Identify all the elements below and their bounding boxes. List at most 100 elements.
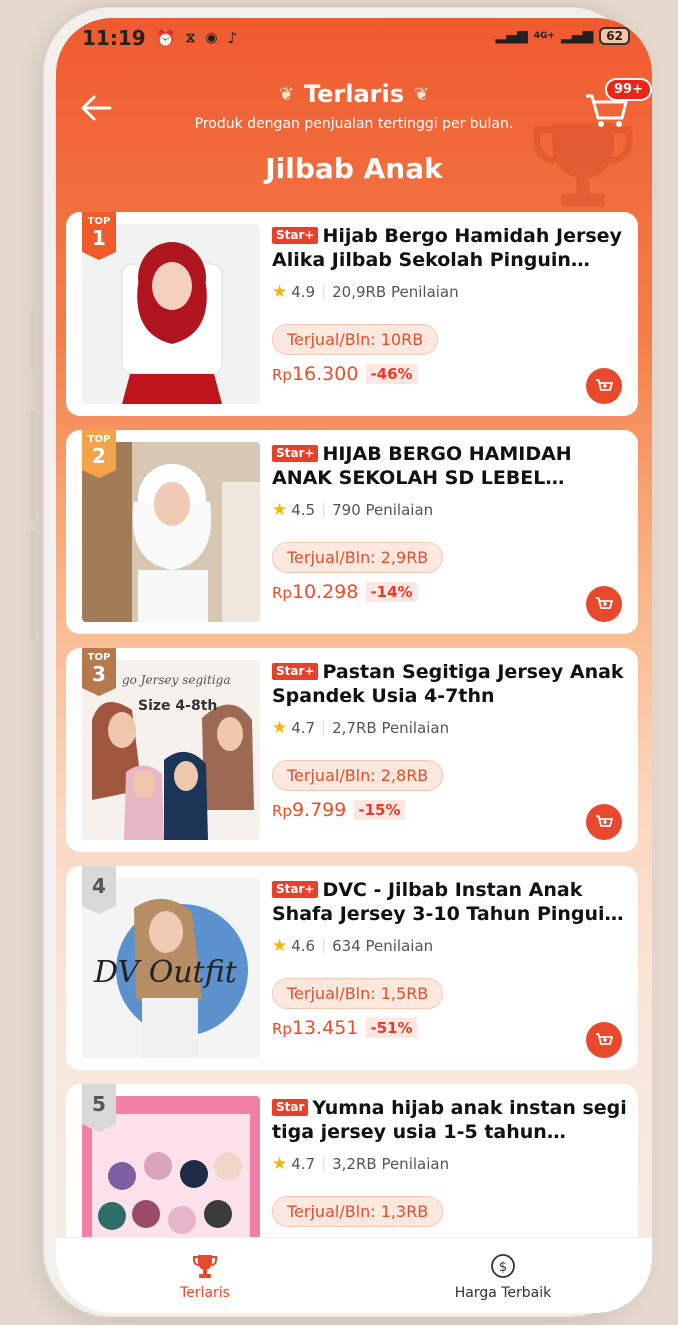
- price: Rp10.298: [272, 581, 358, 603]
- divider: [323, 1157, 325, 1171]
- sold-per-month-badge: Terjual/Bln: 2,8RB: [272, 760, 444, 791]
- category-title[interactable]: Jilbab Anak: [56, 152, 652, 185]
- sold-per-month-badge: Terjual/Bln: 1,5RB: [272, 978, 444, 1009]
- cart-plus-icon: [596, 1033, 613, 1045]
- divider: [323, 285, 325, 299]
- price-row: Rp9.799 -15%: [272, 799, 628, 821]
- product-info: Star+ Hijab Bergo Hamidah Jersey Alika Ji…: [272, 224, 628, 385]
- star-plus-badge: Star+: [272, 663, 319, 680]
- page-title: Terlaris: [303, 80, 405, 108]
- review-count: 790 Penilaian: [332, 501, 434, 519]
- phone-side-button: [30, 530, 36, 640]
- star-plus-badge: Star+: [272, 881, 319, 898]
- discount-badge: -46%: [366, 364, 417, 384]
- nav-tab-harga-terbaik[interactable]: $ Harga Terbaik: [354, 1238, 652, 1313]
- product-name[interactable]: Star Yumna hijab anak instan segi tiga je…: [272, 1096, 628, 1144]
- price-value: 13.451: [291, 1017, 359, 1039]
- app-notification-icon: ◉: [205, 30, 218, 46]
- signal-icon-2: ▂▄▆: [560, 28, 594, 44]
- rating-value: 4.6: [291, 937, 316, 955]
- rank-number: 5: [92, 1092, 106, 1116]
- product-name[interactable]: Star+ HIJAB BERGO HAMIDAH ANAK SEKOLAH SD…: [272, 442, 628, 490]
- discount-badge: -14%: [366, 582, 417, 602]
- rating-row: ★ 4.7 3,2RB Penilaian: [272, 1154, 628, 1174]
- product-list: TOP 1 Star+ Hijab Bergo Hamidah Jersey Al…: [66, 212, 638, 1302]
- cart-plus-icon: [596, 597, 613, 609]
- discount-badge: -15%: [354, 800, 405, 820]
- product-name-text: DVC - Jilbab Instan Anak Shafa Jersey 3-…: [272, 879, 619, 925]
- rating-row: ★ 4.6 634 Penilaian: [272, 936, 628, 956]
- review-count: 2,7RB Penilaian: [332, 719, 450, 737]
- add-to-cart-button[interactable]: [586, 368, 622, 404]
- sold-per-month-badge: Terjual/Bln: 10RB: [272, 324, 439, 355]
- price-row: Rp10.298 -14%: [272, 581, 628, 603]
- star-icon: ★: [272, 282, 288, 302]
- product-name-text: Hijab Bergo Hamidah Jersey Alika Jilbab …: [272, 225, 622, 271]
- currency: Rp: [272, 802, 292, 820]
- product-card[interactable]: DV Outfit 4 Star+ DVC - Jilbab Instan Ana…: [66, 866, 638, 1070]
- currency: Rp: [272, 366, 292, 384]
- star-icon: ★: [272, 718, 288, 738]
- add-to-cart-button[interactable]: [586, 586, 622, 622]
- review-count: 634 Penilaian: [332, 937, 434, 955]
- price-value: 10.298: [291, 581, 359, 603]
- thumb-size-text: Size 4-8th: [138, 698, 217, 714]
- add-to-cart-button[interactable]: [586, 804, 622, 840]
- star-plus-badge: Star+: [272, 445, 319, 462]
- product-info: Star+ Pastan Segitiga Jersey Anak Spandek…: [272, 660, 628, 821]
- header-title-row: ❦ Terlaris ❦: [56, 80, 652, 108]
- rating-row: ★ 4.9 20,9RB Penilaian: [272, 282, 628, 302]
- price: Rp13.451: [272, 1017, 358, 1039]
- currency: Rp: [272, 1020, 292, 1038]
- rating-row: ★ 4.5 790 Penilaian: [272, 500, 628, 520]
- divider: [323, 503, 325, 517]
- phone-side-button: [30, 410, 36, 520]
- battery-icon: 62: [599, 27, 630, 45]
- product-card[interactable]: TOP 1 Star+ Hijab Bergo Hamidah Jersey Al…: [66, 212, 638, 416]
- rank-number: 2: [92, 444, 106, 468]
- phone-side-button: [30, 310, 36, 370]
- page-subtitle: Produk dengan penjualan tertinggi per bu…: [194, 116, 514, 132]
- star-icon: ★: [272, 1154, 288, 1174]
- product-name[interactable]: Star+ DVC - Jilbab Instan Anak Shafa Jers…: [272, 878, 628, 926]
- cart-plus-icon: [596, 815, 613, 827]
- price: Rp9.799: [272, 799, 346, 821]
- battery-level: 62: [606, 29, 623, 43]
- trophy-icon: [193, 1254, 217, 1278]
- rank-number: 3: [92, 662, 106, 686]
- laurel-left-icon: ❦: [278, 83, 294, 105]
- hourglass-icon: ⧖: [185, 30, 196, 46]
- price-row: Rp13.451 -51%: [272, 1017, 628, 1039]
- product-card[interactable]: TOP 2 Star+ HIJAB BERGO HAMIDAH ANAK SEKO…: [66, 430, 638, 634]
- product-name-text: Pastan Segitiga Jersey Anak Spandek Usia…: [272, 661, 624, 707]
- price-tag-icon: $: [491, 1253, 515, 1278]
- product-name[interactable]: Star+ Hijab Bergo Hamidah Jersey Alika Ji…: [272, 224, 628, 272]
- product-info: Star+ HIJAB BERGO HAMIDAH ANAK SEKOLAH SD…: [272, 442, 628, 603]
- status-right: ▂▄▆ 4G+ ▂▄▆ 62: [495, 27, 630, 45]
- rating-value: 4.7: [291, 1155, 316, 1173]
- product-card[interactable]: go Jersey segitiga Size 4-8th TOP 3 Star…: [66, 648, 638, 852]
- rating-value: 4.5: [291, 501, 316, 519]
- divider: [323, 721, 325, 735]
- price: Rp16.300: [272, 363, 358, 385]
- rank-number: 1: [92, 226, 106, 250]
- rating-value: 4.9: [291, 283, 316, 301]
- thumb-caption: go Jersey segitiga: [122, 673, 231, 687]
- product-info: Star Yumna hijab anak instan segi tiga je…: [272, 1096, 628, 1227]
- signal-icon: ▂▄▆: [495, 28, 528, 44]
- review-count: 20,9RB Penilaian: [332, 283, 459, 301]
- sold-per-month-badge: Terjual/Bln: 1,3RB: [272, 1196, 444, 1227]
- star-icon: ★: [272, 936, 288, 956]
- product-name-text: Yumna hijab anak instan segi tiga jersey…: [272, 1097, 627, 1143]
- add-to-cart-button[interactable]: [586, 1022, 622, 1058]
- cart-plus-icon: [596, 379, 613, 391]
- thumb-brand-text: DV Outfit: [93, 955, 238, 990]
- nav-tab-terlaris[interactable]: Terlaris: [56, 1238, 354, 1313]
- sold-per-month-badge: Terjual/Bln: 2,9RB: [272, 542, 444, 573]
- product-name[interactable]: Star+ Pastan Segitiga Jersey Anak Spandek…: [272, 660, 628, 708]
- product-info: Star+ DVC - Jilbab Instan Anak Shafa Jers…: [272, 878, 628, 1039]
- rating-row: ★ 4.7 2,7RB Penilaian: [272, 718, 628, 738]
- alarm-icon: ⏰: [155, 28, 176, 48]
- divider: [323, 939, 325, 953]
- laurel-right-icon: ❦: [414, 83, 430, 105]
